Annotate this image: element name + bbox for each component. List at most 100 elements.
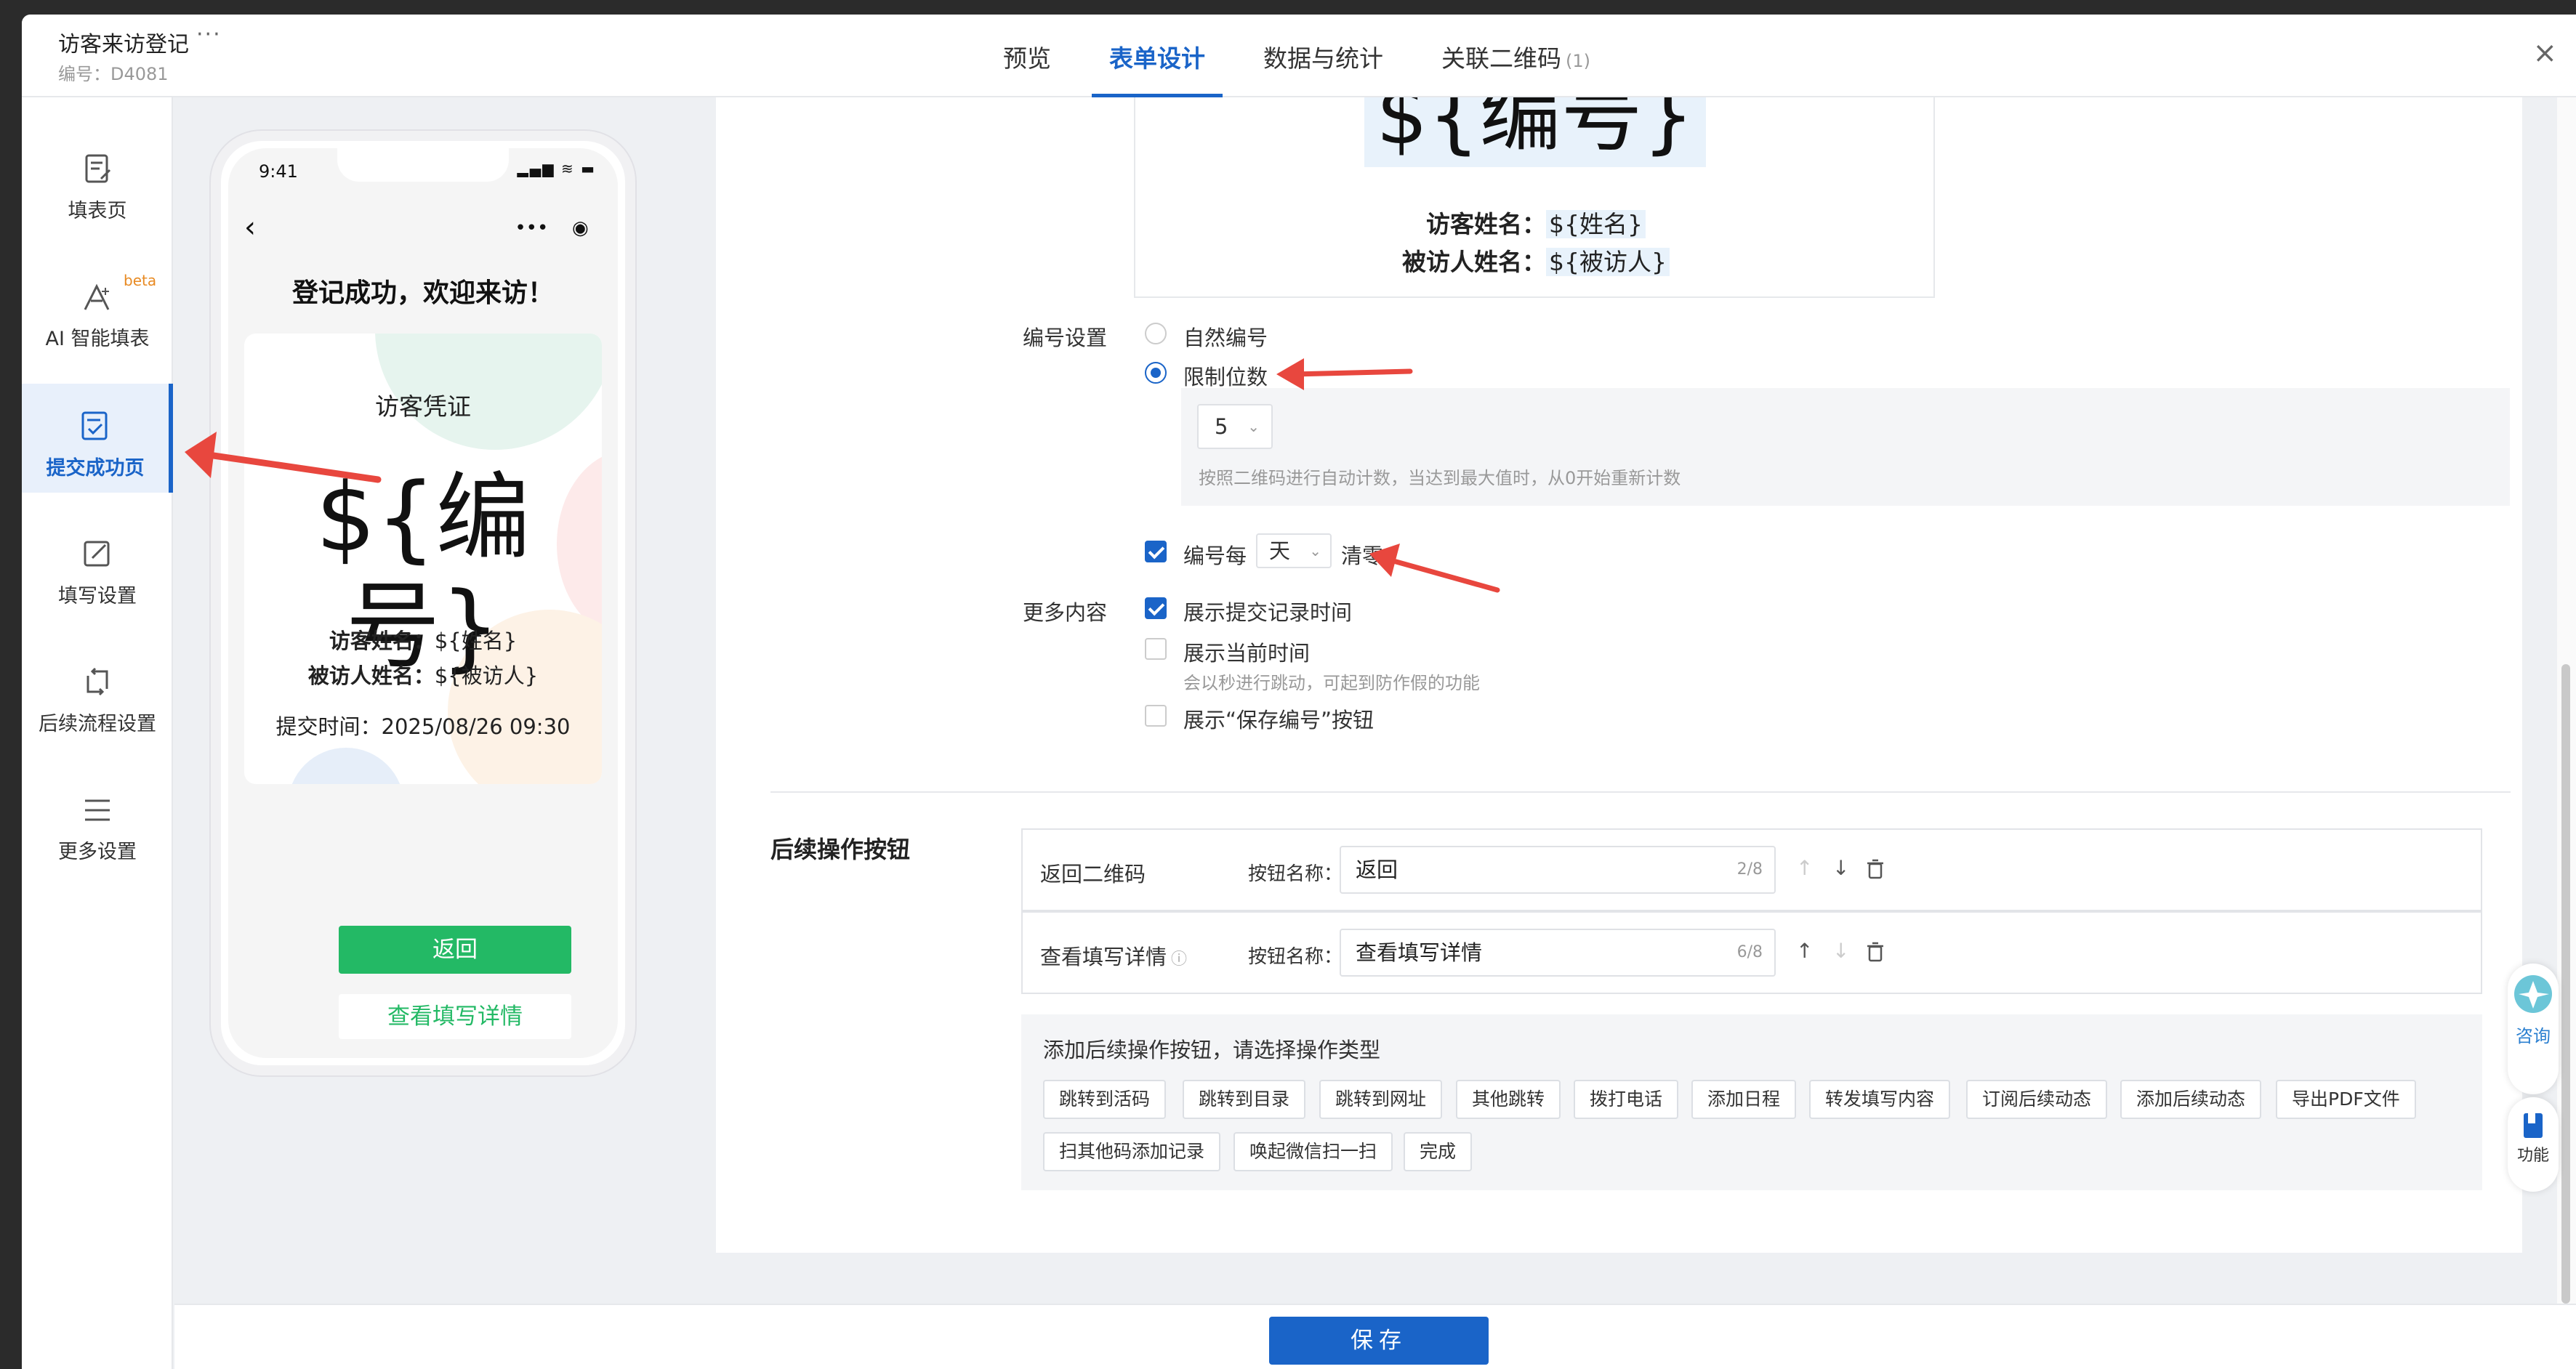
tab-form-design[interactable]: 表单设计: [1092, 15, 1223, 97]
digits-settings-panel: 5 ⌄ 按照二维码进行自动计数，当达到最大值时，从0开始重新计数: [1181, 388, 2510, 506]
form-icon: [85, 154, 111, 183]
char-count: 6/8: [1736, 943, 1763, 961]
scrollbar-thumb[interactable]: [2561, 664, 2570, 1304]
reset-number-checkbox[interactable]: [1145, 541, 1167, 562]
phone-back-button[interactable]: 返回: [339, 926, 571, 974]
success-preview-box: ${编号} 访客姓名： ${姓名} 被访人姓名： ${被访人}: [1134, 97, 1935, 298]
edit-icon: [84, 541, 110, 567]
visitor-card: 访客凭证 ${编号} 访客姓名：${姓名} 被访人姓名：${被访人} 提交时间：…: [244, 334, 602, 784]
card-visitor-line: 访客姓名：${姓名}: [244, 624, 602, 655]
natural-number-radio[interactable]: [1145, 323, 1167, 344]
phone-notch: [337, 148, 509, 182]
char-count: 2/8: [1736, 860, 1763, 879]
tab-linked-qrcode-count: (1): [1566, 51, 1590, 71]
sidebar-item-label: 填表页: [68, 200, 127, 222]
show-save-button-label[interactable]: 展示“保存编号”按钮: [1183, 703, 1374, 734]
back-icon[interactable]: ‹: [244, 211, 256, 244]
target-icon[interactable]: ◉: [572, 217, 589, 239]
annotation-arrow: [185, 432, 382, 483]
tag-other-jump[interactable]: 其他跳转: [1456, 1080, 1561, 1119]
tag-add-schedule[interactable]: 添加日程: [1691, 1080, 1797, 1119]
current-time-hint: 会以秒进行跳动，可起到防作假的功能: [1183, 673, 1480, 693]
button-name-input[interactable]: 返回 2/8: [1340, 846, 1776, 894]
ai-icon: [84, 283, 110, 310]
save-button[interactable]: 保存: [1269, 1317, 1489, 1365]
tab-preview[interactable]: 预览: [1003, 15, 1051, 97]
tag-jump-livecode[interactable]: 跳转到活码: [1043, 1080, 1167, 1119]
add-followup-panel: 添加后续操作按钮，请选择操作类型 跳转到活码 跳转到目录 跳转到网址 其他跳转 …: [1021, 1014, 2482, 1190]
tag-jump-directory[interactable]: 跳转到目录: [1183, 1080, 1306, 1119]
show-current-time-checkbox[interactable]: [1145, 638, 1167, 660]
visitor-value: ${姓名}: [434, 629, 518, 653]
card-host-line: 被访人姓名：${被访人}: [244, 659, 602, 690]
settings-panel: ${编号} 访客姓名： ${姓名} 被访人姓名： ${被访人} 编号设置 自然编号 …: [716, 97, 2522, 1253]
delete-icon[interactable]: [1866, 942, 1885, 962]
reset-unit-select[interactable]: 天 ⌄: [1256, 533, 1332, 568]
tag-forward-content[interactable]: 转发填写内容: [1809, 1080, 1951, 1119]
sidebar-item-more-settings[interactable]: 更多设置: [22, 767, 173, 876]
limit-digits-radio[interactable]: [1145, 362, 1167, 384]
consult-label: 咨询: [2516, 1026, 2551, 1046]
move-down-icon[interactable]: ↓: [1832, 939, 1849, 963]
sidebar: 填表页 beta AI 智能填表 提交成功页 填写设置 后续流程设置 更多设置: [22, 97, 173, 1369]
sidebar-item-label: AI 智能填表: [45, 328, 150, 350]
move-down-icon[interactable]: ↓: [1832, 856, 1849, 880]
tab-data-stats[interactable]: 数据与统计: [1263, 15, 1383, 97]
consult-icon: [2514, 975, 2552, 1013]
tag-scan-other-code[interactable]: 扫其他码添加记录: [1043, 1132, 1221, 1171]
button-name-input[interactable]: 查看填写详情 6/8: [1340, 929, 1776, 977]
flow-icon: [86, 667, 108, 696]
delete-icon[interactable]: [1866, 859, 1885, 879]
tag-jump-url[interactable]: 跳转到网址: [1319, 1080, 1443, 1119]
tag-subscribe-updates[interactable]: 订阅后续动态: [1966, 1080, 2108, 1119]
function-icon: [2524, 1113, 2543, 1138]
limit-digits-option[interactable]: 限制位数: [1183, 360, 1268, 391]
move-up-icon[interactable]: ↑: [1796, 856, 1813, 880]
main-tabs: 预览 表单设计 数据与统计 关联二维码 (1): [1003, 15, 1649, 97]
natural-number-option[interactable]: 自然编号: [1183, 321, 1268, 352]
sidebar-item-label: 更多设置: [58, 841, 137, 863]
phone-detail-button[interactable]: 查看填写详情: [339, 994, 571, 1039]
tag-phone-call[interactable]: 拨打电话: [1574, 1080, 1679, 1119]
reset-unit-value: 天: [1269, 538, 1291, 563]
sidebar-item-fill-page[interactable]: 填表页: [22, 126, 173, 235]
show-submit-time-checkbox[interactable]: [1145, 597, 1167, 619]
status-time: 9:41: [259, 161, 298, 182]
chevron-down-icon: ⌄: [1309, 542, 1321, 560]
more-icon[interactable]: ···: [196, 22, 222, 47]
tag-wechat-scan[interactable]: 唤起微信扫一扫: [1233, 1132, 1393, 1171]
digits-hint: 按照二维码进行自动计数，当达到最大值时，从0开始重新计数: [1199, 468, 1681, 488]
tag-finish[interactable]: 完成: [1404, 1132, 1473, 1171]
sidebar-item-flow-settings[interactable]: 后续流程设置: [22, 639, 173, 748]
scrollbar[interactable]: [2557, 97, 2576, 1304]
phone-screen: 9:41 ▂▄▆ ≋ ▬ ‹ ••• ◉ 登记成功，欢迎来访！ 访客凭证 ${编…: [228, 148, 618, 1058]
preview-visitor-label: 访客姓名：: [1426, 210, 1546, 238]
consult-button[interactable]: 咨询: [2508, 964, 2559, 1094]
close-icon[interactable]: ×: [2532, 36, 2557, 70]
tab-linked-qrcode[interactable]: 关联二维码 (1): [1441, 15, 1590, 97]
preview-visitor-line: 访客姓名： ${姓名}: [1135, 205, 1936, 240]
sidebar-item-success-page[interactable]: 提交成功页: [22, 384, 173, 493]
preview-host-line: 被访人姓名： ${被访人}: [1135, 243, 1936, 278]
top-bar: 访客来访登记 ··· 编号：D4081 预览 表单设计 数据与统计 关联二维码(…: [22, 15, 2576, 97]
function-button[interactable]: 功能: [2508, 1097, 2559, 1192]
help-icon[interactable]: ⓘ: [1171, 950, 1187, 969]
sidebar-item-label: 填写设置: [58, 585, 137, 607]
tag-export-pdf[interactable]: 导出PDF文件: [2276, 1080, 2416, 1119]
app-window: 访客来访登记 ··· 编号：D4081 预览 表单设计 数据与统计 关联二维码(…: [22, 15, 2576, 1369]
show-save-button-checkbox[interactable]: [1145, 705, 1167, 727]
show-submit-time-label[interactable]: 展示提交记录时间: [1183, 596, 1352, 626]
digits-select[interactable]: 5 ⌄: [1197, 404, 1273, 449]
more-dots-icon[interactable]: •••: [515, 217, 548, 239]
preview-host-value: ${被访人}: [1546, 248, 1670, 276]
sidebar-item-ai-fill[interactable]: beta AI 智能填表: [22, 254, 173, 363]
followup-row: 返回二维码 按钮名称： 返回 2/8 ↑ ↓: [1021, 828, 2482, 911]
show-current-time-label[interactable]: 展示当前时间: [1183, 637, 1310, 667]
preview-host-label: 被访人姓名：: [1402, 248, 1546, 276]
sidebar-item-fill-settings[interactable]: 填写设置: [22, 512, 173, 621]
annotation-arrow: [1369, 544, 1500, 593]
tag-add-updates[interactable]: 添加后续动态: [2120, 1080, 2262, 1119]
preview-visitor-value: ${姓名}: [1546, 210, 1646, 238]
move-up-icon[interactable]: ↑: [1796, 939, 1813, 963]
button-name-value: 查看填写详情: [1356, 940, 1483, 965]
